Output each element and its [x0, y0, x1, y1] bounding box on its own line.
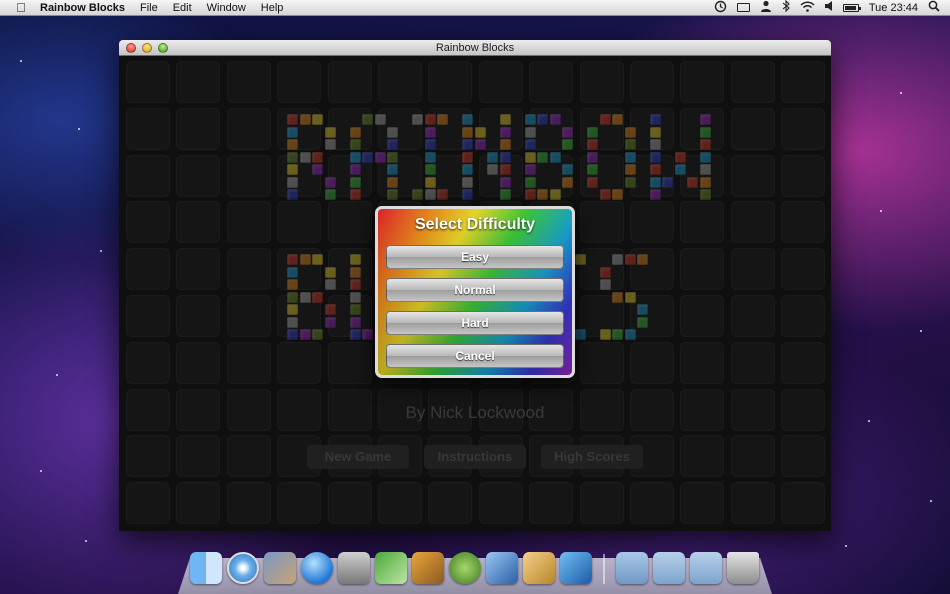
easy-button[interactable]: Easy: [386, 245, 564, 269]
battery-icon[interactable]: [842, 3, 861, 12]
apple-menu-icon[interactable]: : [14, 0, 28, 15]
menu-window[interactable]: Window: [207, 2, 246, 14]
app-menu[interactable]: Rainbow Blocks: [40, 2, 125, 14]
menu-file[interactable]: File: [140, 2, 158, 14]
finder-icon[interactable]: [190, 552, 222, 584]
bluetooth-icon[interactable]: [782, 0, 790, 15]
safari-icon[interactable]: [227, 552, 259, 584]
xcode-icon[interactable]: [486, 552, 518, 584]
clock[interactable]: Tue 23:44: [869, 2, 918, 14]
zoom-button[interactable]: [158, 43, 168, 53]
numbers-icon[interactable]: [375, 552, 407, 584]
system-preferences-icon[interactable]: [338, 552, 370, 584]
applications-folder-icon[interactable]: [616, 552, 648, 584]
itunes-icon[interactable]: [301, 552, 333, 584]
instruments-icon[interactable]: [523, 552, 555, 584]
menu-edit[interactable]: Edit: [173, 2, 192, 14]
iphoto-icon[interactable]: [264, 552, 296, 584]
display-icon[interactable]: [736, 3, 750, 12]
documents-folder-icon[interactable]: [653, 552, 685, 584]
transmit-icon[interactable]: [412, 552, 444, 584]
trash-icon[interactable]: [727, 552, 759, 584]
dialog-title: Select Difficulty: [414, 216, 536, 233]
window-title: Rainbow Blocks: [435, 42, 515, 54]
user-icon[interactable]: [760, 0, 772, 15]
menu-bar:  Rainbow Blocks File Edit Window Help T…: [0, 0, 950, 16]
downloads-folder-icon[interactable]: [690, 552, 722, 584]
menu-help[interactable]: Help: [261, 2, 284, 14]
growl-icon[interactable]: [449, 552, 481, 584]
wifi-icon[interactable]: [800, 0, 815, 15]
game-board: By Nick Lockwood New Game Instructions H…: [119, 56, 831, 531]
spotlight-icon[interactable]: [928, 0, 940, 15]
normal-button[interactable]: Normal: [386, 278, 564, 302]
time-machine-icon[interactable]: [714, 0, 727, 16]
game-window: Rainbow Blocks By Nick Lockwood New Game…: [119, 40, 831, 531]
hard-button[interactable]: Hard: [386, 311, 564, 335]
difficulty-dialog: Select Difficulty Easy Normal Hard Cance…: [375, 206, 575, 378]
dock: [190, 548, 770, 584]
dock-separator: [603, 554, 605, 584]
window-titlebar[interactable]: Rainbow Blocks: [119, 40, 831, 56]
ios-simulator-icon[interactable]: [560, 552, 592, 584]
close-button[interactable]: [126, 43, 136, 53]
cancel-button[interactable]: Cancel: [386, 344, 564, 368]
minimize-button[interactable]: [142, 43, 152, 53]
volume-icon[interactable]: [824, 1, 833, 14]
